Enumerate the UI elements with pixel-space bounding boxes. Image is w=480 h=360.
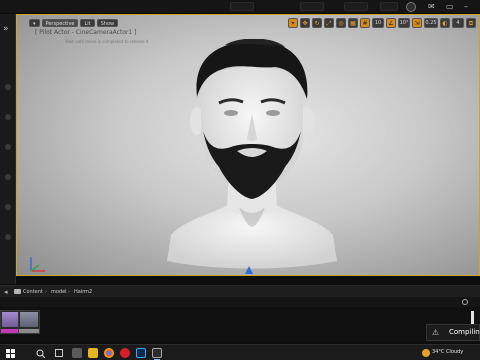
viewport-toolbar: ▾ Perspective Lit Show [29, 19, 119, 27]
windows-start-icon[interactable] [6, 349, 15, 358]
pilot-actor-hint: Wait until move is completed to release … [65, 39, 149, 44]
toolbar-tab[interactable] [230, 2, 254, 11]
path-content[interactable]: Content [23, 287, 43, 297]
windows-taskbar: 34°C Cloudy [0, 344, 480, 360]
pilot-actor-label: [ Pilot Actor - CineCameraActor1 ] [35, 29, 137, 36]
file-explorer-icon[interactable] [72, 348, 82, 358]
left-panel: » [0, 14, 16, 284]
chrome-icon[interactable] [104, 348, 114, 358]
notification-text: Compiling [449, 328, 480, 336]
panel-dot[interactable] [5, 144, 11, 150]
camera-speed-icon[interactable]: ◐ [440, 18, 450, 28]
panel-dot[interactable] [5, 114, 11, 120]
rotate-icon[interactable]: ↻ [312, 18, 322, 28]
search-icon[interactable] [462, 299, 468, 305]
minimize-icon[interactable]: – [464, 1, 468, 13]
character-bust-render[interactable] [167, 39, 337, 271]
path-model[interactable]: model [51, 287, 67, 297]
expand-chevron-icon[interactable]: » [3, 24, 9, 34]
unreal-engine-icon[interactable] [152, 348, 162, 360]
photoshop-icon[interactable] [136, 348, 146, 358]
panel-dot[interactable] [5, 204, 11, 210]
unreal-editor-window: ✉ ▭ – » ▾ Perspective Lit Show [ Pilot A… [0, 0, 480, 360]
folder-icon[interactable] [14, 289, 21, 294]
scale-icon[interactable]: ⤢ [324, 18, 334, 28]
grid-snap-icon[interactable]: # [360, 18, 370, 28]
perspective-button[interactable]: Perspective [41, 19, 79, 27]
panel-dot[interactable] [5, 234, 11, 240]
select-mode-icon[interactable]: ⌖ [288, 18, 298, 28]
translate-icon[interactable]: ✥ [300, 18, 310, 28]
search-icon[interactable] [36, 349, 45, 358]
weather-icon[interactable] [422, 349, 430, 357]
weather-text[interactable]: 34°C Cloudy [432, 349, 463, 355]
toolbar-tab[interactable] [380, 2, 398, 11]
back-arrow-icon[interactable]: ◂ [4, 287, 8, 297]
transform-toolbar: ⌖ ✥ ↻ ⤢ ◎ ▦ # 10 ∠ 10° ⇲ 0.25 ◐ 4 ⧉ [288, 18, 476, 28]
toolbar-tab[interactable] [344, 2, 368, 11]
world-space-icon[interactable]: ◎ [336, 18, 346, 28]
angle-snap-value[interactable]: 10° [398, 18, 410, 28]
asset-grid [0, 307, 480, 342]
level-viewport[interactable]: ▾ Perspective Lit Show [ Pilot Actor - C… [16, 14, 480, 276]
window-icon[interactable]: ▭ [446, 1, 454, 13]
panel-dot[interactable] [5, 84, 11, 90]
axis-gizmo-icon [30, 257, 45, 272]
path-separator: › [68, 289, 70, 295]
show-button[interactable]: Show [96, 19, 119, 27]
path-hairm2[interactable]: Hairm2 [74, 287, 92, 297]
toolbar-tab[interactable] [300, 2, 324, 11]
angle-snap-icon[interactable]: ∠ [386, 18, 396, 28]
compiling-notification: ⚠ Compiling [426, 324, 480, 341]
folder-icon[interactable] [88, 348, 98, 358]
surface-snap-icon[interactable]: ▦ [348, 18, 358, 28]
assets-scrollbar[interactable] [471, 311, 474, 325]
grid-size-value[interactable]: 10 [372, 18, 384, 28]
content-filter-bar [0, 297, 480, 307]
notification-icon[interactable]: ✉ [428, 1, 435, 13]
content-browser-path-bar: ◂ Content › model › Hairm2 [0, 285, 480, 297]
unreal-logo-icon [406, 2, 416, 12]
asset-tile[interactable] [18, 310, 40, 334]
scale-snap-value[interactable]: 0.25 [424, 18, 438, 28]
path-separator: › [45, 289, 47, 295]
opera-icon[interactable] [120, 348, 130, 358]
task-view-icon[interactable] [55, 349, 63, 357]
warning-icon: ⚠ [432, 328, 440, 337]
maximize-viewport-icon[interactable]: ⧉ [466, 18, 476, 28]
scale-snap-icon[interactable]: ⇲ [412, 18, 422, 28]
lit-button[interactable]: Lit [80, 19, 95, 27]
viewport-options-button[interactable]: ▾ [29, 19, 40, 27]
pivot-marker-icon[interactable] [245, 266, 253, 274]
panel-dot[interactable] [5, 174, 11, 180]
camera-speed-value[interactable]: 4 [452, 18, 464, 28]
top-menu-bar: ✉ ▭ – [0, 0, 480, 14]
